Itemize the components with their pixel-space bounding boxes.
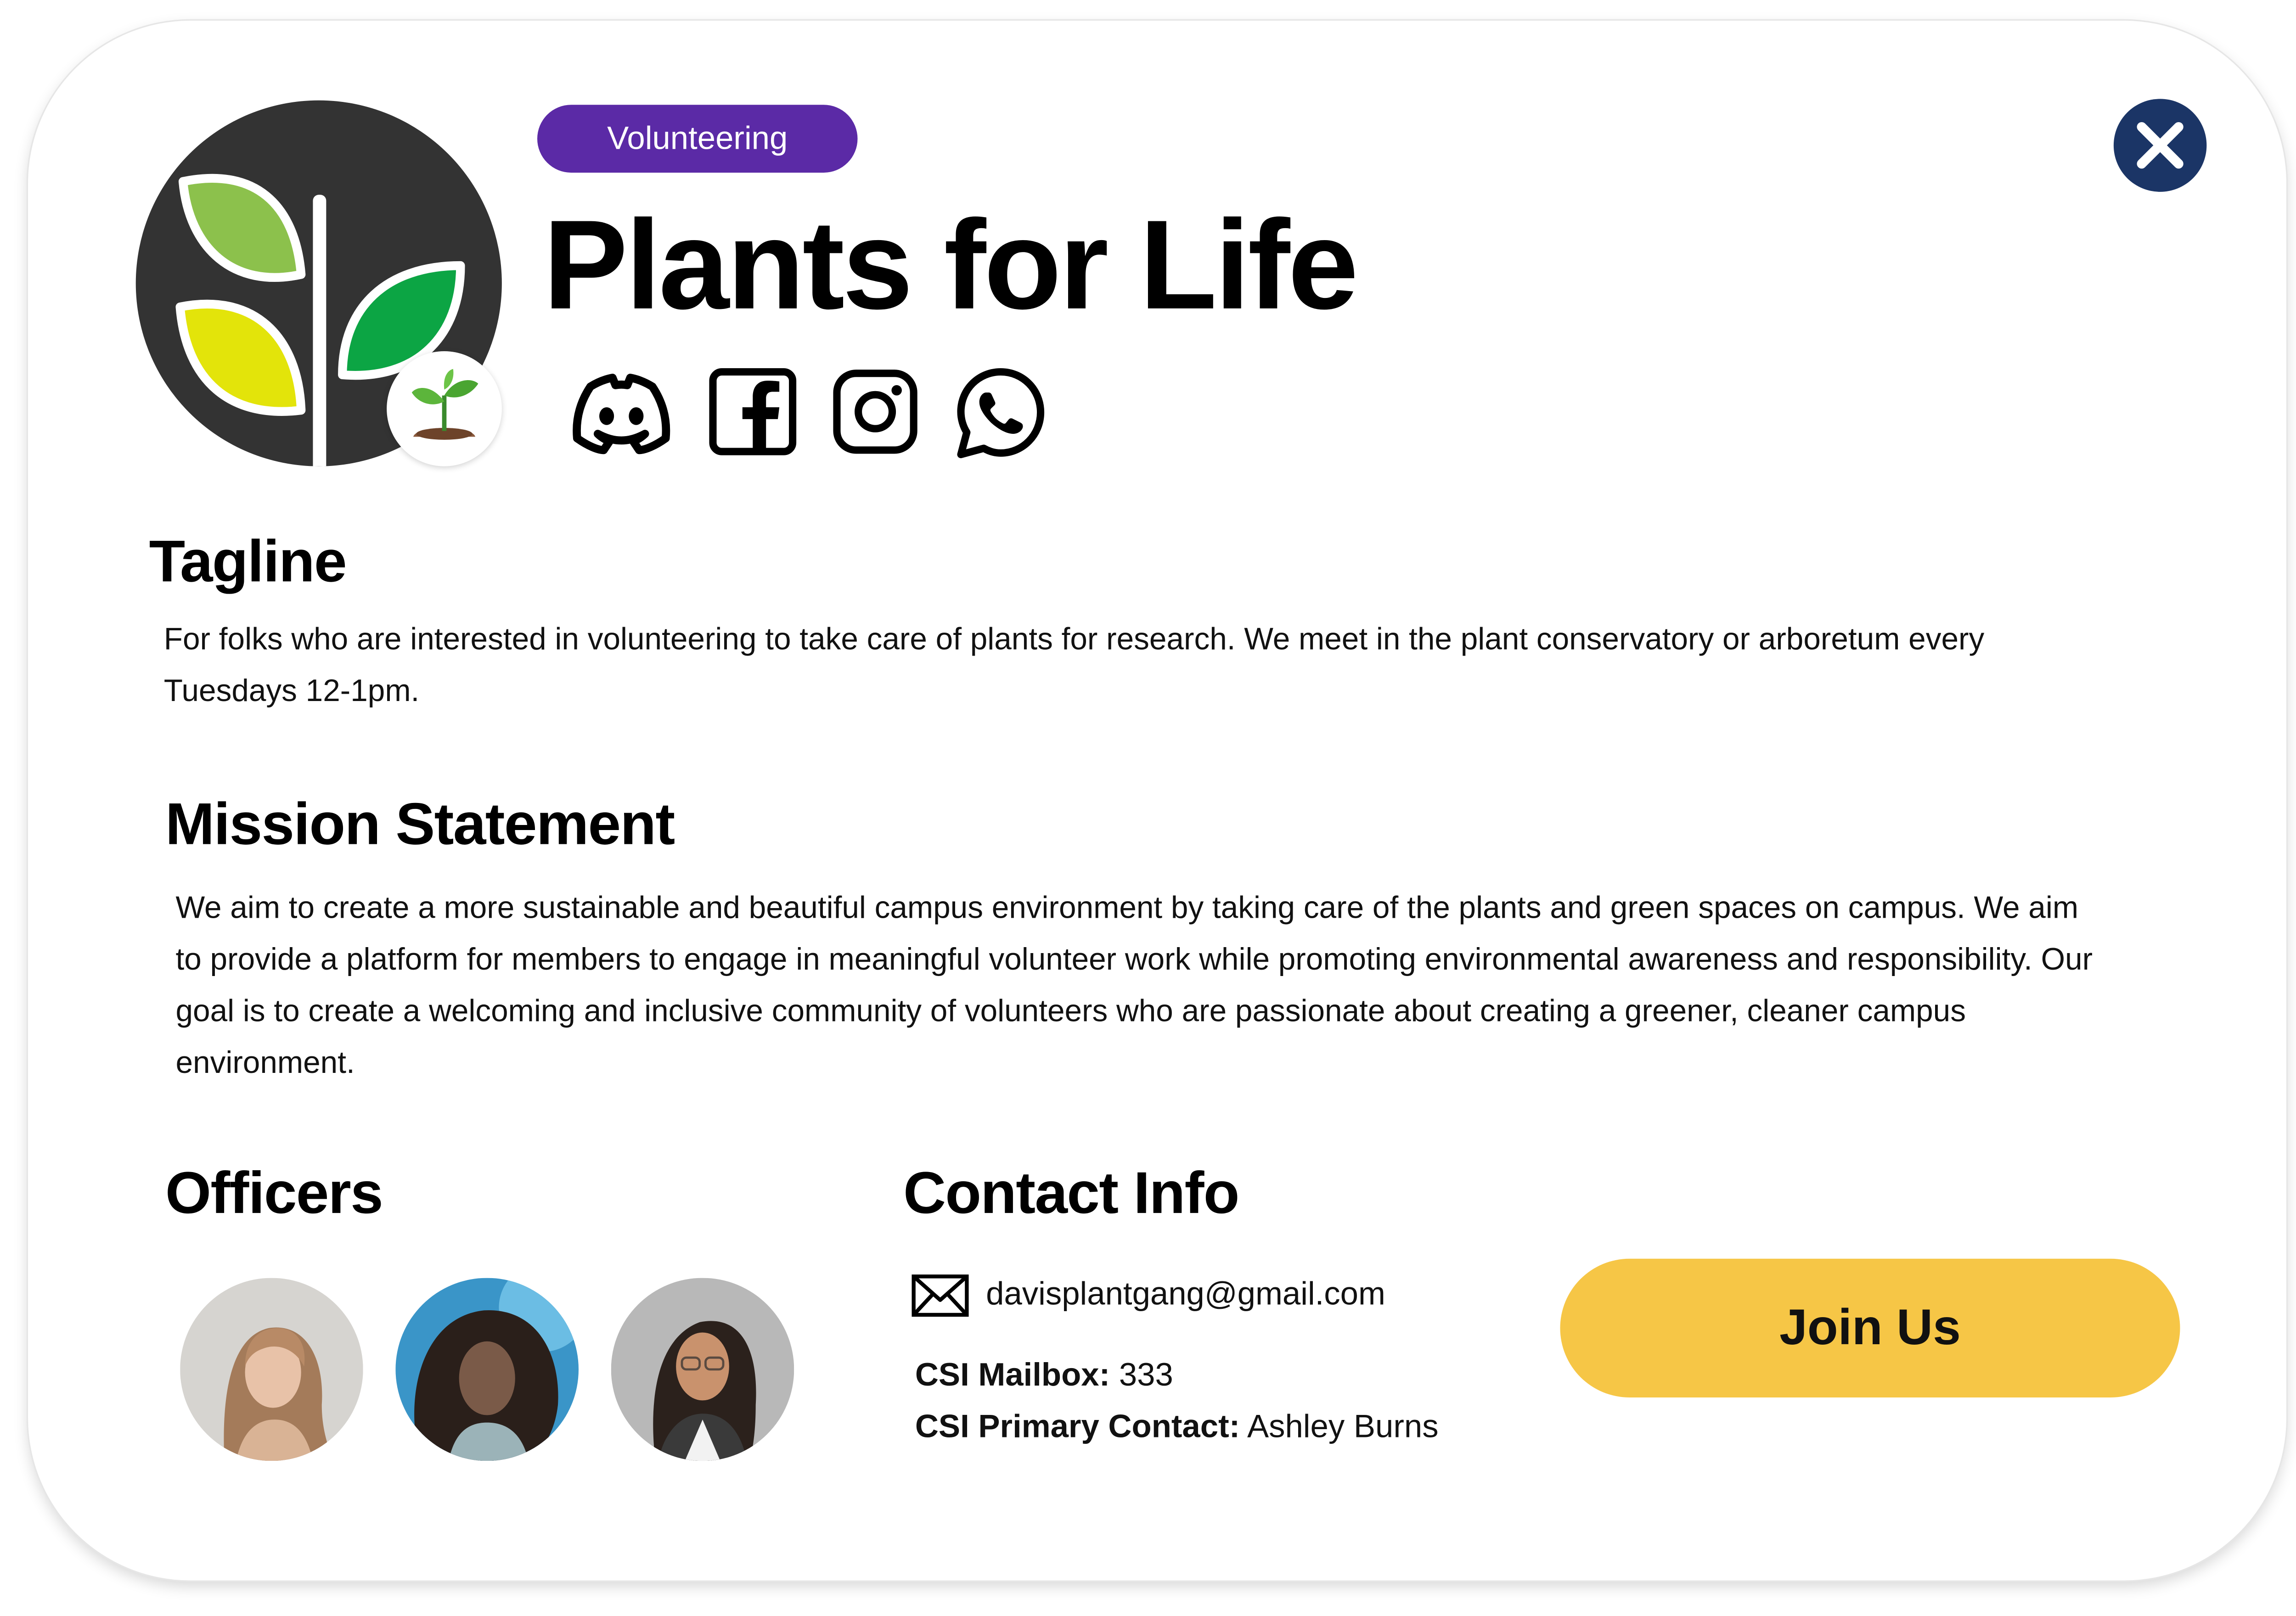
mission-text: We aim to create a more sustainable and … bbox=[175, 891, 2093, 1080]
join-us-button[interactable]: Join Us bbox=[1560, 1258, 2180, 1397]
csi-primary-contact: CSI Primary Contact: Ashley Burns bbox=[915, 1405, 1439, 1449]
envelope-icon bbox=[911, 1272, 970, 1319]
instagram-icon[interactable] bbox=[829, 366, 924, 460]
close-icon[interactable] bbox=[2114, 99, 2207, 192]
category-badge: Volunteering bbox=[537, 105, 858, 173]
officer-avatar[interactable] bbox=[395, 1278, 579, 1461]
officer-avatar[interactable] bbox=[611, 1278, 794, 1461]
seedling-badge bbox=[387, 351, 502, 466]
seedling-icon bbox=[411, 369, 478, 440]
tagline-heading: Tagline bbox=[149, 529, 347, 595]
csi-mailbox: CSI Mailbox: 333 bbox=[915, 1353, 1173, 1397]
close-button[interactable] bbox=[2113, 99, 2207, 192]
csi-mailbox-value: 333 bbox=[1110, 1356, 1173, 1393]
discord-icon[interactable] bbox=[570, 366, 670, 460]
csi-primary-contact-value: Ashley Burns bbox=[1240, 1408, 1439, 1445]
csi-mailbox-label: CSI Mailbox: bbox=[915, 1356, 1110, 1393]
contact-heading: Contact Info bbox=[903, 1161, 1239, 1227]
csi-primary-contact-label: CSI Primary Contact: bbox=[915, 1408, 1240, 1445]
officer-avatar[interactable] bbox=[180, 1278, 363, 1461]
club-title: Plants for Life bbox=[543, 195, 1359, 337]
facebook-icon[interactable] bbox=[707, 366, 802, 460]
tagline-text: For folks who are interested in voluntee… bbox=[163, 623, 1985, 708]
mission-heading: Mission Statement bbox=[165, 792, 675, 858]
whatsapp-icon[interactable] bbox=[953, 366, 1048, 460]
officers-heading: Officers bbox=[165, 1161, 383, 1227]
contact-email[interactable]: davisplantgang@gmail.com bbox=[986, 1272, 1385, 1316]
